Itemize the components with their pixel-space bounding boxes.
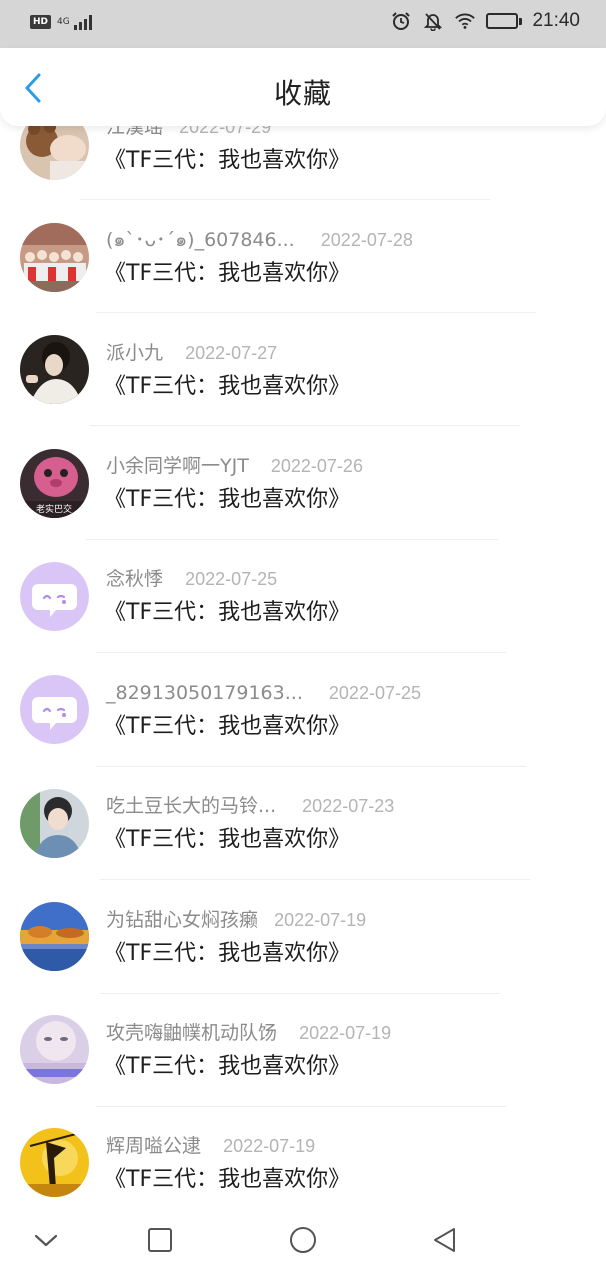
item-meta: 念秋悸 2022-07-25	[106, 567, 277, 591]
clock-time: 21:40	[532, 10, 580, 31]
list-item[interactable]: 为钻甜心女焖孩癞 2022-07-19 《TF三代：我也喜欢你》	[0, 900, 606, 1013]
item-meta: 攻壳嗨鼬幞机动队饧 2022-07-19	[106, 1021, 391, 1045]
item-date: 2022-07-29	[179, 126, 272, 137]
status-bar: HD 4G 21:40	[0, 0, 606, 48]
user-name[interactable]: 吃土豆长大的马铃...	[106, 794, 276, 818]
user-name[interactable]: 念秋悸	[106, 567, 163, 591]
item-meta: (๑`･ᴗ･´๑)_607846... 2022-07-28	[106, 228, 413, 252]
bell-muted-icon	[422, 10, 444, 32]
avatar[interactable]	[20, 335, 89, 404]
item-meta: _82913050179163... 2022-07-25	[106, 681, 421, 705]
item-date: 2022-07-25	[328, 683, 421, 703]
item-content[interactable]: 《TF三代：我也喜欢你》	[104, 486, 350, 514]
user-name[interactable]: 攻壳嗨鼬幞机动队饧	[106, 1021, 277, 1045]
divider	[96, 1106, 506, 1107]
avatar[interactable]	[20, 675, 89, 744]
battery-icon	[486, 13, 523, 29]
hd-badge: HD	[30, 15, 52, 29]
list-item[interactable]: 江漢瑶 2022-07-29 《TF三代：我也喜欢你》	[0, 126, 606, 220]
nav-back-button[interactable]	[426, 1222, 462, 1258]
avatar[interactable]	[20, 1015, 89, 1084]
default-avatar-icon	[20, 562, 89, 631]
item-meta: 吃土豆长大的马铃... 2022-07-23	[106, 794, 394, 818]
status-left: HD 4G	[30, 14, 92, 30]
network-type: 4G	[57, 17, 70, 27]
alarm-icon	[390, 10, 412, 32]
list-item[interactable]: 辉周嗌公逮 2022-07-19 《TF三代：我也喜欢你》	[0, 1126, 606, 1200]
divider	[90, 425, 520, 426]
nav-recents-button[interactable]	[142, 1222, 178, 1258]
item-content[interactable]: 《TF三代：我也喜欢你》	[104, 373, 350, 401]
item-content[interactable]: 《TF三代：我也喜欢你》	[104, 1053, 350, 1081]
item-date: 2022-07-23	[302, 796, 395, 816]
item-content[interactable]: 《TF三代：我也喜欢你》	[104, 147, 350, 175]
list-item[interactable]: _82913050179163... 2022-07-25 《TF三代：我也喜欢…	[0, 673, 606, 786]
signal-icon	[73, 14, 92, 30]
item-content[interactable]: 《TF三代：我也喜欢你》	[104, 713, 350, 741]
item-content[interactable]: 《TF三代：我也喜欢你》	[104, 1166, 350, 1194]
item-content[interactable]: 《TF三代：我也喜欢你》	[104, 940, 350, 968]
item-content[interactable]: 《TF三代：我也喜欢你》	[104, 826, 350, 854]
item-date: 2022-07-25	[185, 569, 278, 589]
item-date: 2022-07-28	[320, 230, 413, 250]
user-name[interactable]: 江漢瑶	[106, 126, 163, 139]
nav-home-button[interactable]	[285, 1222, 321, 1258]
item-date: 2022-07-19	[299, 1023, 392, 1043]
user-name[interactable]: 小余同学啊一YJT	[106, 454, 249, 478]
item-date: 2022-07-27	[185, 343, 278, 363]
list-item[interactable]: 念秋悸 2022-07-25 《TF三代：我也喜欢你》	[0, 559, 606, 672]
favorites-list[interactable]: 江漢瑶 2022-07-29 《TF三代：我也喜欢你》 (๑`･ᴗ･´๑)_60…	[0, 126, 606, 1200]
item-meta: 小余同学啊一YJT 2022-07-26	[106, 454, 363, 478]
triangle-back-icon	[434, 1228, 455, 1252]
status-right: 21:40	[390, 10, 580, 32]
item-meta: 辉周嗌公逮 2022-07-19	[106, 1134, 315, 1158]
user-name[interactable]: 派小九	[106, 341, 163, 365]
item-content[interactable]: 《TF三代：我也喜欢你》	[104, 599, 350, 627]
list-item[interactable]: (๑`･ᴗ･´๑)_607846... 2022-07-28 《TF三代：我也喜…	[0, 220, 606, 333]
item-meta: 为钻甜心女焖孩癞 2022-07-19	[106, 908, 366, 932]
system-nav-bar	[0, 1200, 606, 1280]
item-date: 2022-07-19	[274, 910, 367, 930]
top-app-bar: 收藏	[0, 48, 606, 126]
list-item[interactable]: 吃土豆长大的马铃... 2022-07-23 《TF三代：我也喜欢你》	[0, 786, 606, 899]
item-meta: 派小九 2022-07-27	[106, 341, 277, 365]
avatar[interactable]	[20, 223, 89, 292]
user-name[interactable]: 辉周嗌公逮	[106, 1134, 201, 1158]
divider	[100, 879, 530, 880]
user-name[interactable]: 为钻甜心女焖孩癞	[106, 908, 258, 932]
avatar[interactable]	[20, 562, 89, 631]
default-avatar-icon	[20, 675, 89, 744]
avatar-caption: 老实巴交	[36, 503, 72, 515]
list-item[interactable]: 派小九 2022-07-27 《TF三代：我也喜欢你》	[0, 333, 606, 446]
avatar[interactable]: 老实巴交	[20, 449, 89, 518]
divider	[96, 766, 526, 767]
list-item[interactable]: 攻壳嗨鼬幞机动队饧 2022-07-19 《TF三代：我也喜欢你》	[0, 1013, 606, 1126]
divider	[96, 652, 506, 653]
nav-hide-button[interactable]	[28, 1222, 64, 1258]
divider	[86, 539, 498, 540]
wifi-icon	[454, 10, 476, 32]
item-date: 2022-07-19	[223, 1136, 316, 1156]
divider	[100, 993, 500, 994]
avatar[interactable]	[20, 789, 89, 858]
circle-icon	[290, 1227, 316, 1253]
item-date: 2022-07-26	[270, 456, 363, 476]
square-icon	[148, 1228, 172, 1252]
item-meta: 江漢瑶 2022-07-29	[106, 126, 271, 139]
avatar[interactable]	[20, 902, 89, 971]
user-name[interactable]: _82913050179163...	[106, 681, 303, 705]
avatar[interactable]	[20, 1128, 89, 1197]
user-name[interactable]: (๑`･ᴗ･´๑)_607846...	[106, 228, 295, 252]
divider	[96, 312, 536, 313]
chevron-down-icon	[34, 1234, 58, 1247]
divider	[80, 199, 490, 200]
page-title: 收藏	[273, 77, 332, 110]
list-item[interactable]: 老实巴交 小余同学啊一YJT 2022-07-26 《TF三代：我也喜欢你》	[0, 446, 606, 559]
item-content[interactable]: 《TF三代：我也喜欢你》	[104, 260, 350, 288]
avatar[interactable]	[20, 126, 89, 180]
